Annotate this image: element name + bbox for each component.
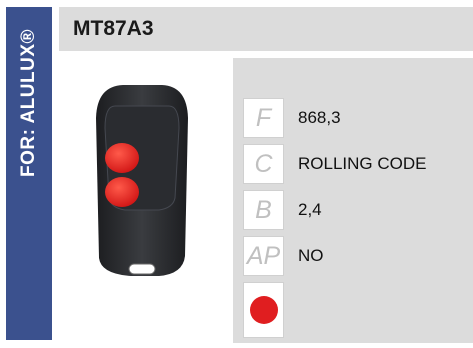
- model-title: MT87A3: [73, 17, 154, 40]
- frequency-value: 868,3: [298, 108, 341, 127]
- brand-label: FOR: ALULUX®: [18, 28, 39, 178]
- spec-row-frequency: F 868,3: [243, 98, 473, 138]
- brand-sidebar: FOR: ALULUX®: [6, 7, 52, 340]
- buttons-value: 2,4: [298, 200, 322, 219]
- buttons-icon: B: [243, 190, 284, 230]
- code-type-value: ROLLING CODE: [298, 154, 427, 173]
- button-color-swatch: [243, 282, 284, 338]
- ap-icon: AP: [243, 236, 284, 276]
- keyring-hole: [128, 263, 156, 275]
- spec-row-ap: AP NO: [243, 236, 473, 276]
- spec-panel: F 868,3 C ROLLING CODE B 2,4 AP NO: [233, 58, 473, 343]
- product-image: [59, 58, 227, 343]
- frequency-icon: F: [243, 98, 284, 138]
- code-type-icon: C: [243, 144, 284, 184]
- red-dot-icon: [250, 296, 278, 324]
- remote-control-image: [96, 85, 188, 276]
- remote-button-top: [105, 143, 139, 173]
- spec-row-code: C ROLLING CODE: [243, 144, 473, 184]
- ap-value: NO: [298, 246, 324, 265]
- remote-button-bottom: [105, 177, 139, 207]
- product-header: MT87A3: [59, 7, 473, 51]
- spec-row-buttons: B 2,4: [243, 190, 473, 230]
